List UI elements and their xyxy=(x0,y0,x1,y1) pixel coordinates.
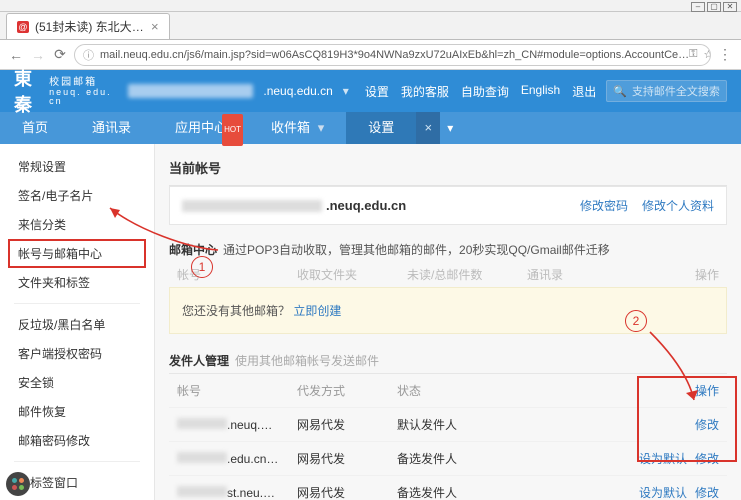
reload-icon[interactable]: ⟳ xyxy=(52,46,68,63)
sender-row: .edu.cn… 网易代发 备选发件人 设为默认 修改 xyxy=(169,442,727,476)
account-domain: .neuq.edu.cn xyxy=(263,84,332,98)
sidebar-item-lock[interactable]: 安全锁 xyxy=(0,368,154,397)
tab-contacts[interactable]: 通讯录 xyxy=(70,112,153,144)
site-info-icon[interactable]: ⓘ xyxy=(83,47,94,63)
favicon-icon: @ xyxy=(17,21,29,33)
chevron-down-icon: ▾ xyxy=(318,120,325,135)
sidebar-item-auth-pw[interactable]: 客户端授权密码 xyxy=(0,339,154,368)
tab-title: (51封未读) 东北大学秦… xyxy=(35,18,145,35)
url-text: mail.neuq.edu.cn/js6/main.jsp?sid=w06AsC… xyxy=(100,49,689,61)
menu-icon[interactable]: ⋮ xyxy=(717,46,733,63)
save-pw-icon[interactable]: ⚿ xyxy=(689,48,697,61)
sidebar-item-account-center[interactable]: 帐号与邮箱中心 xyxy=(8,239,146,268)
star-icon[interactable]: ☆ xyxy=(704,48,711,61)
logo: 東秦 校园邮箱 neuq. edu. cn xyxy=(14,65,112,117)
current-account-row: .neuq.edu.cn 修改密码 修改个人资料 xyxy=(169,186,727,225)
acct-dropdown-icon[interactable]: ▾ xyxy=(343,84,349,98)
mbox-cols: 帐号 收取文件夹 未读/总邮件数 通讯录 操作 xyxy=(169,262,727,287)
sidebar-item-spam[interactable]: 反垃圾/黑白名单 xyxy=(0,310,154,339)
tab-close[interactable]: × xyxy=(416,112,440,144)
back-icon[interactable]: ← xyxy=(8,47,24,63)
url-bar[interactable]: ⓘ mail.neuq.edu.cn/js6/main.jsp?sid=w06A… xyxy=(74,44,711,66)
sidebar: 常规设置 签名/电子名片 来信分类 帐号与邮箱中心 文件夹和标签 反垃圾/黑白名… xyxy=(0,144,155,500)
account-blur xyxy=(128,84,254,98)
tab-settings[interactable]: 设置 xyxy=(346,112,416,144)
sender-row: .neuq.… 网易代发 默认发件人 修改 xyxy=(169,408,727,442)
search-input[interactable]: 🔍 支持邮件全文搜索 xyxy=(606,80,727,102)
head-link-query[interactable]: 自助查询 xyxy=(461,83,509,100)
head-link-support[interactable]: 我的客服 xyxy=(401,83,449,100)
tab-close-icon[interactable]: × xyxy=(151,19,159,34)
mbox-center-head: 邮箱中心通过POP3自动收取，管理其他邮箱的邮件，20秒实现QQ/Gmail邮件… xyxy=(169,237,727,262)
sidebar-item-password[interactable]: 邮箱密码修改 xyxy=(0,426,154,455)
sender-row: ᠎st.neu.… 网易代发 备选发件人 设为默认 修改 xyxy=(169,476,727,500)
set-default-link[interactable]: 设为默认 xyxy=(639,450,687,467)
tabs-overflow-icon[interactable]: ▾ xyxy=(440,112,460,144)
tab-inbox[interactable]: 收件箱 ▾ xyxy=(249,112,346,144)
nav-tabs: 首页 通讯录 应用中心 HOT 收件箱 ▾ 设置 × ▾ xyxy=(0,112,741,144)
sidebar-item-signature[interactable]: 签名/电子名片 xyxy=(0,181,154,210)
close-btn[interactable]: ✕ xyxy=(723,2,737,12)
modify-link[interactable]: 修改 xyxy=(695,450,719,467)
sidebar-item-general[interactable]: 常规设置 xyxy=(0,152,154,181)
empty-mailbox-notice: 您还没有其他邮箱？ 立即创建 xyxy=(169,287,727,334)
set-default-link[interactable]: 设为默认 xyxy=(639,484,687,500)
apps-fab[interactable] xyxy=(6,472,30,496)
tab-home[interactable]: 首页 xyxy=(0,112,70,144)
current-account-title: 当前帐号 xyxy=(169,154,727,186)
forward-icon[interactable]: → xyxy=(30,47,46,63)
create-mailbox-link[interactable]: 立即创建 xyxy=(293,304,341,318)
edit-profile-link[interactable]: 修改个人资料 xyxy=(642,197,714,214)
head-link-logout[interactable]: 退出 xyxy=(572,83,596,100)
current-account-email: .neuq.edu.cn xyxy=(326,198,406,213)
sidebar-item-classify[interactable]: 来信分类 xyxy=(0,210,154,239)
header-links: 设置 我的客服 自助查询 English 退出 xyxy=(365,83,596,100)
main-panel: 当前帐号 .neuq.edu.cn 修改密码 修改个人资料 邮箱中心通过POP3… xyxy=(155,144,741,500)
sidebar-item-folders[interactable]: 文件夹和标签 xyxy=(0,268,154,297)
tab-apps[interactable]: 应用中心 HOT xyxy=(153,112,249,144)
head-link-english[interactable]: English xyxy=(521,83,560,100)
sender-head: 发件人管理使用其他邮箱帐号发送邮件 xyxy=(169,348,727,373)
modify-link[interactable]: 修改 xyxy=(695,416,719,433)
search-icon: 🔍 xyxy=(613,85,627,98)
min-btn[interactable]: – xyxy=(691,2,705,12)
hot-badge: HOT xyxy=(222,114,243,146)
max-btn[interactable]: ▢ xyxy=(707,2,721,12)
browser-tab[interactable]: @ (51封未读) 东北大学秦… × xyxy=(6,13,170,39)
sender-header-row: 帐号 代发方式 状态 操作 xyxy=(169,374,727,408)
head-link-settings[interactable]: 设置 xyxy=(365,83,389,100)
modify-link[interactable]: 修改 xyxy=(695,484,719,500)
change-password-link[interactable]: 修改密码 xyxy=(580,197,628,214)
account-blur xyxy=(182,200,322,212)
sidebar-item-recover[interactable]: 邮件恢复 xyxy=(0,397,154,426)
